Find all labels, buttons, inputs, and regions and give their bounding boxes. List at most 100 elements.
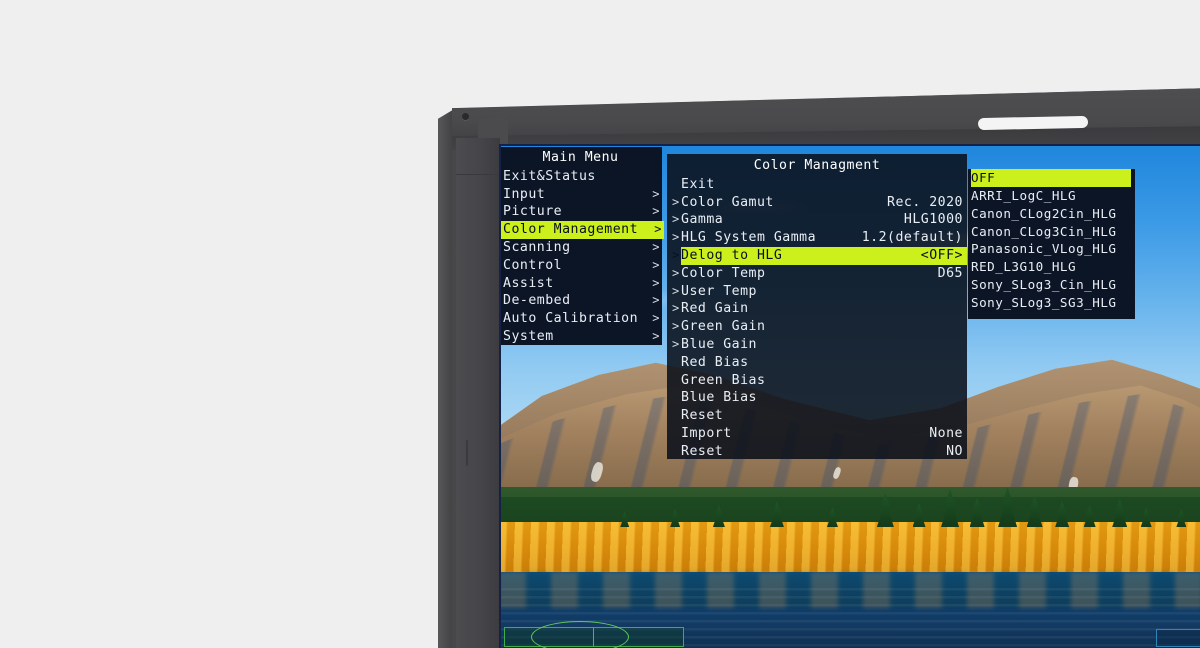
osd-sub-item-label: Blue Bias xyxy=(681,390,757,406)
osd-sub-item-label: Color Gamut xyxy=(681,194,774,210)
osd-main-item-system[interactable]: System > xyxy=(503,328,662,346)
osd-sub-item-label: Delog to HLG xyxy=(681,247,783,263)
osd-option-label: Sony_SLog3_Cin_HLG xyxy=(971,276,1117,292)
osd-main-item-label: Input xyxy=(503,186,546,202)
osd-sub-item-label: Gamma xyxy=(681,212,724,228)
chevron-right-icon: > xyxy=(672,230,680,245)
osd-main-item-auto-calibration[interactable]: Auto Calibration > xyxy=(503,310,662,328)
chevron-right-icon: > xyxy=(652,239,660,254)
osd-main-item-label: Picture xyxy=(503,204,563,220)
osd-delog-options-list[interactable]: OFF ARRI_LogC_HLG Canon_CLog2Cin_HLG Canon_… xyxy=(968,169,1135,311)
osd-option-off[interactable]: OFF xyxy=(971,169,1131,187)
osd-delog-options-panel[interactable]: OFF ARRI_LogC_HLG Canon_CLog2Cin_HLG Canon_… xyxy=(968,169,1135,319)
osd-sub-item-blue-bias[interactable]: Blue Bias xyxy=(681,389,967,407)
osd-sub-item-reset[interactable]: Reset xyxy=(681,407,967,425)
osd-sub-item-label: Red Bias xyxy=(681,354,749,370)
osd-sub-item-green-gain[interactable]: > Green Gain xyxy=(672,318,967,336)
osd-sub-item-value: <OFF> xyxy=(920,247,963,263)
photo-autumn-texture xyxy=(499,522,1200,578)
chevron-right-icon: > xyxy=(652,204,660,219)
chevron-right-icon: > xyxy=(652,186,660,201)
osd-sub-item-label: HLG System Gamma xyxy=(681,230,817,246)
osd-sub-menu-list[interactable]: Exit > Color Gamut Rec. 2020 > Gamma HLG1000 > H… xyxy=(667,176,967,461)
osd-main-item-color-management[interactable]: Color Management > xyxy=(499,221,664,239)
osd-main-menu-panel[interactable]: Main Menu Exit&Status Input > Picture > Color… xyxy=(499,147,664,346)
monitor-side-slot xyxy=(466,440,468,466)
osd-option-sony-slog3-cin-hlg[interactable]: Sony_SLog3_Cin_HLG xyxy=(971,276,1135,294)
monitor-bezel-seam xyxy=(456,174,500,175)
osd-main-item-input[interactable]: Input > xyxy=(503,186,662,204)
osd-sub-item-label: Reset xyxy=(681,408,724,424)
osd-option-canon-clog3cin-hlg[interactable]: Canon_CLog3Cin_HLG xyxy=(971,222,1135,240)
osd-option-label: OFF xyxy=(971,170,996,186)
osd-sub-item-label: Color Temp xyxy=(681,265,766,281)
chevron-right-icon: > xyxy=(672,247,680,262)
chevron-right-icon: > xyxy=(672,301,680,316)
osd-main-item-label: Scanning xyxy=(503,239,571,255)
osd-sub-item-gamma[interactable]: > Gamma HLG1000 xyxy=(672,211,967,229)
osd-main-item-label: Color Management xyxy=(503,222,639,238)
osd-sub-item-user-temp[interactable]: > User Temp xyxy=(672,283,967,301)
osd-sub-item-blue-gain[interactable]: > Blue Gain xyxy=(672,336,967,354)
osd-sub-item-color-temp[interactable]: > Color Temp D65 xyxy=(672,265,967,283)
osd-main-item-label: De-embed xyxy=(503,293,571,309)
osd-main-item-scanning[interactable]: Scanning > xyxy=(503,239,662,257)
monitor-screen: Main Menu Exit&Status Input > Picture > Color… xyxy=(499,144,1200,648)
osd-main-item-control[interactable]: Control > xyxy=(503,257,662,275)
scope-arc-icon xyxy=(531,621,629,648)
osd-main-menu-list[interactable]: Exit&Status Input > Picture > Color Managemen… xyxy=(499,168,664,346)
chevron-right-icon: > xyxy=(652,275,660,290)
osd-sub-item-green-bias[interactable]: Green Bias xyxy=(681,372,967,390)
osd-option-red-l3g10-hlg[interactable]: RED_L3G10_HLG xyxy=(971,258,1135,276)
osd-sub-item-import[interactable]: Import None xyxy=(681,425,967,443)
osd-option-label: RED_L3G10_HLG xyxy=(971,259,1077,275)
osd-sub-item-label: Import xyxy=(681,425,732,441)
osd-sub-item-color-gamut[interactable]: > Color Gamut Rec. 2020 xyxy=(672,194,967,212)
chevron-right-icon: > xyxy=(652,293,660,308)
osd-sub-item-value: 1.2(default) xyxy=(861,230,963,246)
field-monitor: Main Menu Exit&Status Input > Picture > Color… xyxy=(438,88,1200,648)
osd-sub-menu-title: Color Managment xyxy=(753,158,881,173)
osd-main-item-label: System xyxy=(503,328,554,344)
osd-main-item-label: Auto Calibration xyxy=(503,311,639,327)
chevron-right-icon: > xyxy=(672,319,680,334)
osd-color-management-panel[interactable]: Color Managment Exit > Color Gamut Rec. 202… xyxy=(667,154,967,459)
osd-option-label: Canon_CLog2Cin_HLG xyxy=(971,205,1117,221)
osd-option-canon-clog2cin-hlg[interactable]: Canon_CLog2Cin_HLG xyxy=(971,205,1135,223)
osd-main-item-assist[interactable]: Assist > xyxy=(503,275,662,293)
osd-sub-item-red-gain[interactable]: > Red Gain xyxy=(672,300,967,318)
osd-main-menu-title: Main Menu xyxy=(542,150,619,165)
osd-sub-item-value: NO xyxy=(946,443,963,459)
osd-sub-item-label: Green Gain xyxy=(681,319,766,335)
osd-main-item-exit-status[interactable]: Exit&Status xyxy=(503,168,662,186)
osd-main-item-label: Exit&Status xyxy=(503,168,596,184)
brand-logo-icon xyxy=(977,115,1089,131)
screen-bottom-right-indicator xyxy=(1156,629,1200,647)
osd-main-item-de-embed[interactable]: De-embed > xyxy=(503,292,662,310)
osd-sub-item-exit[interactable]: Exit xyxy=(681,176,967,194)
osd-option-label: Canon_CLog3Cin_HLG xyxy=(971,223,1117,239)
osd-sub-item-reset[interactable]: Reset NO xyxy=(681,443,967,461)
osd-sub-item-label: User Temp xyxy=(681,283,757,299)
osd-main-item-picture[interactable]: Picture > xyxy=(503,203,662,221)
osd-sub-item-hlg-system-gamma[interactable]: > HLG System Gamma 1.2(default) xyxy=(672,229,967,247)
osd-sub-item-label: Reset xyxy=(681,443,724,459)
chevron-right-icon: > xyxy=(652,328,660,343)
osd-option-sony-slog3-sg3-hlg[interactable]: Sony_SLog3_SG3_HLG xyxy=(971,294,1135,312)
chevron-right-icon: > xyxy=(652,311,660,326)
chevron-right-icon: > xyxy=(672,194,680,209)
osd-option-arri-logc-hlg[interactable]: ARRI_LogC_HLG xyxy=(971,187,1135,205)
osd-main-item-label: Assist xyxy=(503,275,554,291)
osd-option-panasonic-vlog-hlg[interactable]: Panasonic_VLog_HLG xyxy=(971,240,1135,258)
osd-sub-item-value: D65 xyxy=(937,265,963,281)
osd-option-label: Panasonic_VLog_HLG xyxy=(971,241,1117,257)
screen-bottom-scope-overlay xyxy=(504,621,684,648)
osd-sub-item-value: HLG1000 xyxy=(903,212,963,228)
osd-option-label: Sony_SLog3_SG3_HLG xyxy=(971,294,1117,310)
osd-sub-item-red-bias[interactable]: Red Bias xyxy=(681,354,967,372)
chevron-right-icon: > xyxy=(672,212,680,227)
osd-sub-item-delog-to-hlg[interactable]: > Delog to HLG <OFF> xyxy=(672,246,967,265)
osd-sub-item-label: Blue Gain xyxy=(681,336,757,352)
osd-sub-item-value: None xyxy=(929,425,963,441)
osd-sub-item-value: Rec. 2020 xyxy=(887,194,963,210)
